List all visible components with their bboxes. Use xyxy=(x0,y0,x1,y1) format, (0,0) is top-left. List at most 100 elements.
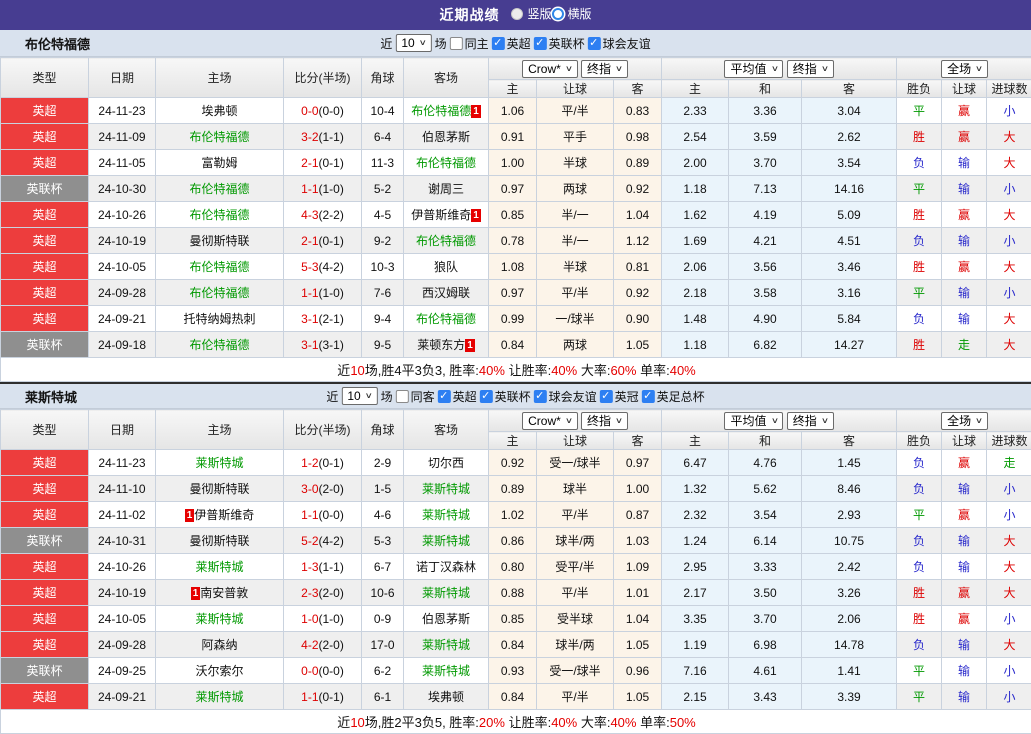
match-row: 英超24-10-19曼彻斯特联2-1(0-1)9-2布伦特福德0.78半/一1.… xyxy=(1,228,1031,254)
corners-cell: 4-6 xyxy=(362,502,404,528)
result-goals: 小 xyxy=(987,606,1031,632)
handicap-line: 平手 xyxy=(537,124,614,150)
result-wdl: 平 xyxy=(897,280,942,306)
recent-count-select[interactable]: 10∨ xyxy=(341,387,377,405)
col-avg-home: 主 xyxy=(662,80,729,98)
avg-stage-select[interactable]: 终指∨ xyxy=(787,412,834,430)
result-wdl: 平 xyxy=(897,176,942,202)
date-cell: 24-11-10 xyxy=(89,476,156,502)
handicap-line: 两球 xyxy=(537,176,614,202)
checkbox-checked-icon xyxy=(534,37,547,50)
handicap-home-odds: 0.92 xyxy=(489,450,537,476)
date-cell: 24-09-21 xyxy=(89,306,156,332)
date-cell: 24-10-19 xyxy=(89,228,156,254)
avg-draw-odds: 3.70 xyxy=(729,606,802,632)
league-checkbox-2[interactable]: 球会友谊 xyxy=(534,388,597,405)
away-team-name: 谢周三 xyxy=(428,182,464,196)
score-cell: 1-3(1-1) xyxy=(284,554,362,580)
summary-part: 10 xyxy=(350,715,364,730)
summary-part: 近 xyxy=(337,715,350,730)
layout-radio-group: 竖版横版 xyxy=(511,5,591,25)
away-team-cell: 布伦特福德 xyxy=(404,306,489,332)
league-cell: 英超 xyxy=(1,150,89,176)
avg-draw-odds: 3.58 xyxy=(729,280,802,306)
avg-source-select[interactable]: 平均值∨ xyxy=(724,60,783,78)
same-venue-label: 同客 xyxy=(411,388,435,405)
odds-select-group: Crow*∨ 终指∨ xyxy=(489,410,662,432)
away-team-cell: 诺丁汉森林 xyxy=(404,554,489,580)
result-wdl: 负 xyxy=(897,306,942,332)
period-select-group: 全场∨ xyxy=(897,410,1031,432)
corners-cell: 6-1 xyxy=(362,684,404,710)
handicap-away-odds: 1.01 xyxy=(614,580,662,606)
avg-select-group: 平均值∨ 终指∨ xyxy=(662,58,897,80)
date-cell: 24-10-30 xyxy=(89,176,156,202)
home-team-cell: 莱斯特城 xyxy=(156,554,284,580)
league-cell: 英联杯 xyxy=(1,332,89,358)
match-rows: 英超24-11-23莱斯特城1-2(0-1)2-9切尔西0.92受一/球半0.9… xyxy=(1,450,1031,734)
checkbox-checked-icon xyxy=(600,390,613,403)
period-select[interactable]: 全场∨ xyxy=(941,412,988,430)
avg-draw-odds: 3.36 xyxy=(729,98,802,124)
team-section: 莱斯特城 近10∨场同客英超英联杯球会友谊英冠英足总杯 类型 日期 主场 比分(… xyxy=(0,382,1031,734)
away-team-name: 莱斯特城 xyxy=(422,508,470,522)
league-checkbox-4[interactable]: 英足总杯 xyxy=(642,388,705,405)
col-score: 比分(半场) xyxy=(284,410,362,450)
period-select[interactable]: 全场∨ xyxy=(941,60,988,78)
away-team-name: 布伦特福德 xyxy=(416,156,476,170)
league-cell: 英联杯 xyxy=(1,658,89,684)
halftime-score: (2-2) xyxy=(319,208,344,222)
avg-away-odds: 3.54 xyxy=(802,150,897,176)
halftime-score: (0-0) xyxy=(319,664,344,678)
result-goals: 小 xyxy=(987,476,1031,502)
result-handicap: 输 xyxy=(942,306,987,332)
away-team-name: 莱斯特城 xyxy=(422,534,470,548)
bookmaker-select[interactable]: Crow*∨ xyxy=(522,60,578,78)
section-header-bar: 布伦特福德 近10∨场同主英超英联杯球会友谊 xyxy=(0,30,1031,57)
avg-home-odds: 7.16 xyxy=(662,658,729,684)
league-checkbox-0[interactable]: 英超 xyxy=(492,35,531,52)
bookmaker-select[interactable]: Crow*∨ xyxy=(522,412,578,430)
handicap-home-odds: 0.86 xyxy=(489,528,537,554)
league-checkbox-2[interactable]: 球会友谊 xyxy=(588,35,651,52)
avg-draw-odds: 4.21 xyxy=(729,228,802,254)
layout-radio-1[interactable]: 横版 xyxy=(552,5,592,22)
halftime-score: (2-1) xyxy=(319,312,344,326)
summary-part: 近 xyxy=(337,363,350,378)
league-cell: 英超 xyxy=(1,502,89,528)
halftime-score: (2-0) xyxy=(319,638,344,652)
home-team-cell: 莱斯特城 xyxy=(156,684,284,710)
corners-cell: 10-3 xyxy=(362,254,404,280)
recent-count-select[interactable]: 10∨ xyxy=(395,34,431,52)
handicap-line: 球半/两 xyxy=(537,528,614,554)
avg-home-odds: 1.18 xyxy=(662,176,729,202)
away-team-name: 布伦特福德 xyxy=(411,104,471,118)
home-team-cell: 沃尔索尔 xyxy=(156,658,284,684)
halftime-score: (1-1) xyxy=(319,130,344,144)
same-venue-checkbox[interactable]: 同主 xyxy=(450,35,489,52)
match-filter-group: 近10∨场同主英超英联杯球会友谊 xyxy=(380,34,650,52)
avg-source-select[interactable]: 平均值∨ xyxy=(724,412,783,430)
result-goals: 大 xyxy=(987,554,1031,580)
avg-draw-odds: 3.50 xyxy=(729,580,802,606)
summary-part: 40% xyxy=(551,363,577,378)
avg-away-odds: 2.93 xyxy=(802,502,897,528)
avg-stage-select[interactable]: 终指∨ xyxy=(787,60,834,78)
sections-root: 布伦特福德 近10∨场同主英超英联杯球会友谊 类型 日期 主场 比分(半场) 角… xyxy=(0,30,1031,734)
odds-stage-select[interactable]: 终指∨ xyxy=(581,412,628,430)
layout-radio-0[interactable]: 竖版 xyxy=(511,5,551,22)
halftime-score: (0-0) xyxy=(319,508,344,522)
checkbox-checked-icon xyxy=(534,390,547,403)
league-checkbox-3[interactable]: 英冠 xyxy=(600,388,639,405)
avg-home-odds: 1.24 xyxy=(662,528,729,554)
recent-label: 近 xyxy=(326,388,338,405)
odds-stage-select[interactable]: 终指∨ xyxy=(581,60,628,78)
title-bar: 近期战绩 竖版横版 xyxy=(0,0,1031,30)
league-checkbox-1[interactable]: 英联杯 xyxy=(534,35,585,52)
away-team-cell: 狼队 xyxy=(404,254,489,280)
league-checkbox-1[interactable]: 英联杯 xyxy=(480,388,531,405)
same-venue-checkbox[interactable]: 同客 xyxy=(396,388,435,405)
halftime-score: (0-1) xyxy=(319,234,344,248)
handicap-home-odds: 0.89 xyxy=(489,476,537,502)
league-checkbox-0[interactable]: 英超 xyxy=(438,388,477,405)
